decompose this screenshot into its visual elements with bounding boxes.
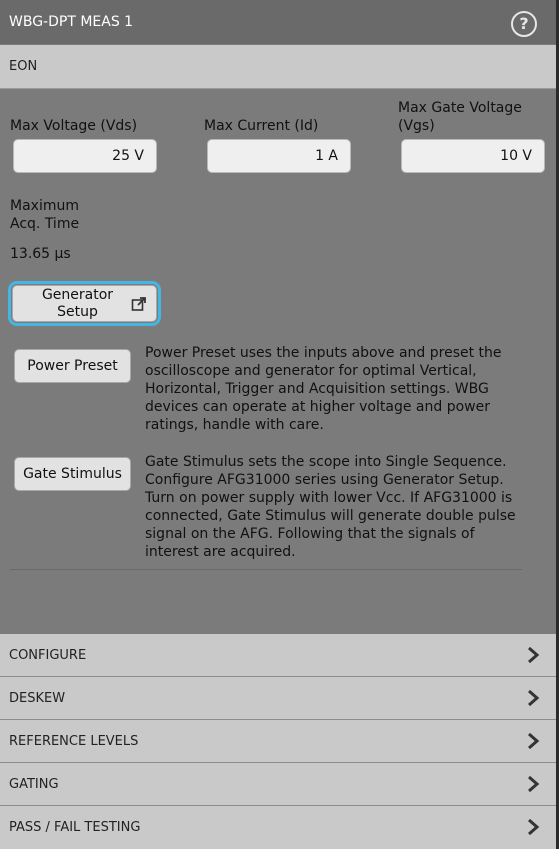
external-link-icon (131, 297, 146, 311)
nav-reference-levels[interactable]: REFERENCE LEVELS (0, 720, 556, 763)
max-acq-time-value: 13.65 µs (10, 246, 71, 262)
chevron-right-icon (528, 775, 540, 793)
generator-setup-button[interactable]: Generator Setup (8, 281, 161, 326)
max-current-label: Max Current (Id) (204, 118, 319, 134)
nav-pass-fail-testing[interactable]: PASS / FAIL TESTING (0, 806, 556, 849)
gate-stimulus-button[interactable]: Gate Stimulus (14, 457, 131, 491)
chevron-right-icon (528, 689, 540, 707)
chevron-right-icon (528, 646, 540, 664)
gate-stimulus-description: Gate Stimulus sets the scope into Single… (145, 454, 516, 560)
section-header-eon[interactable]: EON (0, 45, 556, 89)
panel-title: WBG-DPT MEAS 1 (9, 14, 134, 30)
nav-configure[interactable]: CONFIGURE (0, 634, 556, 677)
nav-deskew[interactable]: DESKEW (0, 677, 556, 720)
help-icon[interactable]: ? (511, 11, 537, 37)
meas-panel: WBG-DPT MEAS 1 ? EON Max Voltage (Vds) M… (0, 0, 559, 849)
power-preset-description: Power Preset uses the inputs above and p… (145, 345, 502, 433)
section-title: EON (9, 59, 38, 74)
chevron-right-icon (528, 818, 540, 836)
chevron-right-icon (528, 732, 540, 750)
max-gate-voltage-label: Max Gate Voltage (Vgs) (398, 100, 522, 134)
max-voltage-label: Max Voltage (Vds) (10, 118, 138, 134)
max-acq-time-label: Maximum Acq. Time (10, 198, 80, 232)
max-current-field[interactable]: 1 A (207, 139, 351, 173)
divider (10, 569, 522, 570)
title-bar: WBG-DPT MEAS 1 ? (0, 0, 556, 44)
nav-gating[interactable]: GATING (0, 763, 556, 806)
max-voltage-field[interactable]: 25 V (13, 139, 157, 173)
power-preset-button[interactable]: Power Preset (14, 349, 131, 383)
max-gate-voltage-field[interactable]: 10 V (401, 139, 545, 173)
